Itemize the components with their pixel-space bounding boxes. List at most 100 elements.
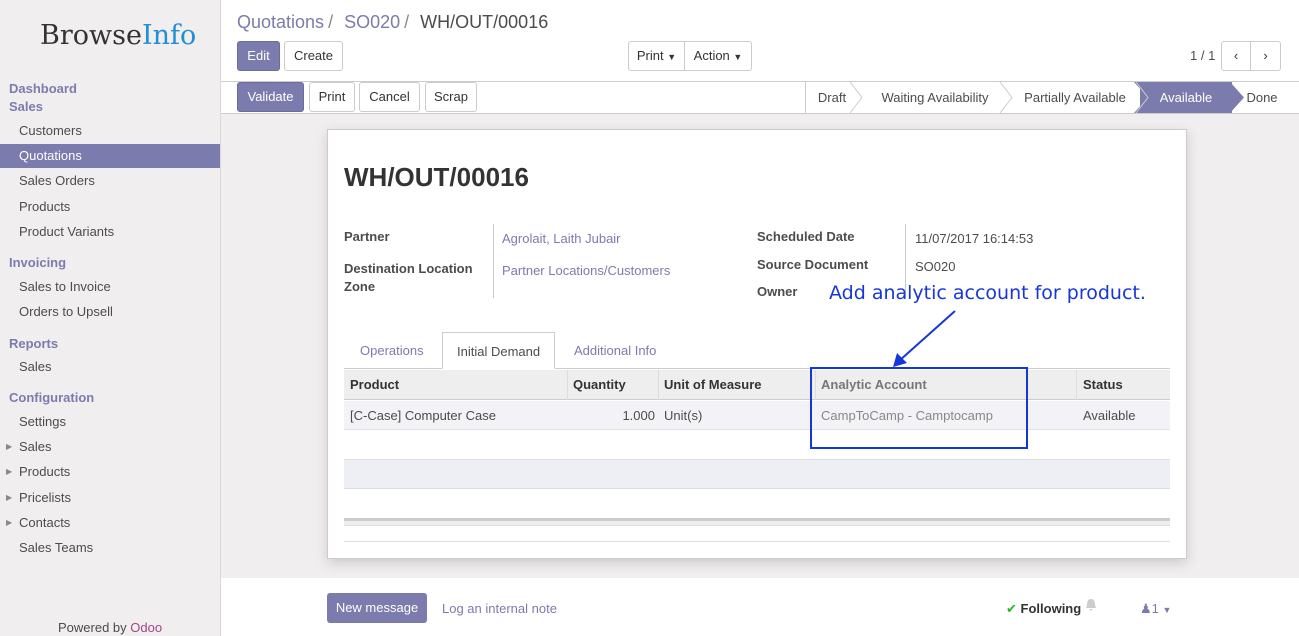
caret-down-icon: ▼: [733, 52, 743, 62]
caret-right-icon: ▶: [6, 518, 13, 527]
followers-dropdown[interactable]: ♟1 ▼: [1140, 601, 1171, 617]
menu-section-sales[interactable]: Sales: [9, 99, 43, 114]
powered-by-brand[interactable]: Odoo: [130, 620, 162, 635]
sidebar-item-quotations[interactable]: Quotations: [0, 144, 220, 168]
menu-section-configuration[interactable]: Configuration: [9, 390, 94, 405]
tab-initial-demand[interactable]: Initial Demand: [442, 332, 556, 369]
bell-icon[interactable]: [1085, 598, 1097, 612]
sidebar-item-sales-to-invoice[interactable]: Sales to Invoice: [0, 275, 220, 299]
sidebar-item-contacts[interactable]: ▶ Contacts: [0, 511, 220, 535]
stage-available[interactable]: Available: [1140, 82, 1232, 113]
column-separator: [567, 370, 568, 400]
column-separator: [1076, 370, 1077, 400]
column-header-quantity[interactable]: Quantity: [573, 370, 626, 400]
validate-button[interactable]: Validate: [237, 82, 304, 112]
tab-additional-info[interactable]: Additional Info: [574, 332, 656, 369]
breadcrumb-quotations[interactable]: Quotations: [237, 12, 324, 32]
destination-location-field[interactable]: Partner Locations/Customers: [502, 263, 670, 278]
logo-text-main: Browse: [40, 20, 142, 51]
sidebar-item-customers[interactable]: Customers: [0, 119, 220, 143]
scheduled-date-label: Scheduled Date: [757, 229, 855, 244]
check-icon: ✔: [1006, 601, 1017, 616]
column-header-product[interactable]: Product: [350, 370, 399, 400]
powered-by-label: Powered by: [58, 620, 127, 635]
sidebar-item-label: Pricelists: [19, 490, 72, 505]
cell-unit: Unit(s): [664, 408, 703, 423]
column-header-status[interactable]: Status: [1083, 370, 1123, 400]
partner-label: Partner: [344, 229, 390, 244]
stage-separator: [1134, 82, 1150, 113]
column-separator: [658, 370, 659, 400]
sidebar: BrowseInfo Dashboard Sales Customers Quo…: [0, 0, 221, 636]
edit-button[interactable]: Edit: [237, 41, 280, 71]
column-header-unit[interactable]: Unit of Measure: [664, 370, 762, 400]
sidebar-item-orders-to-upsell[interactable]: Orders to Upsell: [0, 300, 220, 324]
sidebar-item-label: Products: [19, 464, 71, 479]
scrap-button[interactable]: Scrap: [425, 82, 477, 112]
chevron-left-icon: ‹: [1233, 48, 1239, 63]
tab-operations[interactable]: Operations: [360, 332, 424, 369]
menu-section-invoicing[interactable]: Invoicing: [9, 255, 66, 270]
action-dropdown-label: Action: [693, 48, 730, 63]
sidebar-item-sales-orders[interactable]: Sales Orders: [0, 169, 220, 193]
powered-by: Powered by Odoo: [58, 620, 162, 635]
scheduled-date-field[interactable]: 11/07/2017 16:14:53: [915, 231, 1033, 246]
menu-dashboard[interactable]: Dashboard: [9, 81, 77, 96]
caret-right-icon: ▶: [6, 442, 13, 451]
breadcrumb: Quotations / SO020/ WH/OUT/00016: [237, 12, 549, 32]
table-empty-row: [344, 459, 1170, 489]
new-message-button[interactable]: New message: [327, 593, 427, 623]
sidebar-item-product-variants[interactable]: Product Variants: [0, 220, 220, 244]
print-dropdown-label: Print: [636, 48, 664, 63]
sidebar-item-settings[interactable]: Settings: [0, 410, 220, 434]
followers-count: 1: [1151, 601, 1159, 616]
app-logo[interactable]: BrowseInfo: [40, 20, 196, 51]
log-note-link[interactable]: Log an internal note: [442, 601, 557, 616]
field-divider: [493, 224, 494, 298]
print-dropdown[interactable]: Print ▼: [628, 41, 685, 71]
cancel-button[interactable]: Cancel: [359, 82, 420, 112]
menu-section-reports[interactable]: Reports: [9, 336, 58, 351]
pager-next-button[interactable]: ›: [1250, 41, 1281, 71]
source-document-label: Source Document: [757, 257, 869, 272]
following-label: Following: [1020, 601, 1082, 616]
statusbar-print-button[interactable]: Print: [309, 82, 355, 112]
stage-partially-available[interactable]: Partially Available: [1012, 82, 1138, 113]
sidebar-item-sales-teams[interactable]: Sales Teams: [0, 536, 220, 560]
stage-separator: [1230, 82, 1244, 113]
cell-product: [C-Case] Computer Case: [350, 408, 496, 423]
stage-waiting-availability[interactable]: Waiting Availability: [860, 82, 1010, 113]
pager-value[interactable]: 1 / 1: [1190, 48, 1215, 63]
breadcrumb-so020[interactable]: SO020: [344, 12, 400, 32]
pager-previous-button[interactable]: ‹: [1221, 41, 1251, 71]
cell-quantity: 1.000: [622, 408, 655, 423]
stage-separator: [849, 82, 863, 113]
sidebar-item-reports-sales[interactable]: Sales: [0, 355, 220, 379]
sidebar-item-products[interactable]: Products: [0, 195, 220, 219]
chevron-right-icon: ›: [1263, 48, 1268, 63]
partner-field[interactable]: Agrolait, Laith Jubair: [502, 231, 621, 246]
owner-label: Owner: [757, 284, 798, 299]
annotation-arrow-icon: [893, 310, 956, 367]
caret-down-icon: ▼: [1162, 605, 1172, 615]
sidebar-item-label: Contacts: [19, 515, 71, 530]
annotation-highlight-box: [810, 367, 1028, 449]
create-button[interactable]: Create: [284, 41, 343, 71]
breadcrumb-current: WH/OUT/00016: [420, 12, 549, 32]
action-dropdown[interactable]: Action ▼: [684, 41, 752, 71]
caret-right-icon: ▶: [6, 493, 13, 502]
sidebar-item-label: Sales: [19, 439, 52, 454]
table-bottom-border: [344, 541, 1170, 542]
source-document-field[interactable]: SO020: [915, 259, 955, 274]
sidebar-item-pricelists[interactable]: ▶ Pricelists: [0, 486, 220, 510]
following-toggle[interactable]: ✔ Following: [1006, 601, 1081, 617]
destination-label-line1: Destination Location: [344, 261, 473, 276]
page-title: WH/OUT/00016: [344, 162, 529, 192]
logo-text-accent: Info: [141, 20, 197, 51]
cell-status: Available: [1083, 408, 1136, 423]
sidebar-item-config-products[interactable]: ▶ Products: [0, 460, 220, 484]
annotation-text: Add analytic account for product.: [829, 282, 1146, 304]
caret-right-icon: ▶: [6, 467, 13, 476]
caret-down-icon: ▼: [667, 52, 677, 62]
sidebar-item-config-sales[interactable]: ▶ Sales: [0, 435, 220, 459]
